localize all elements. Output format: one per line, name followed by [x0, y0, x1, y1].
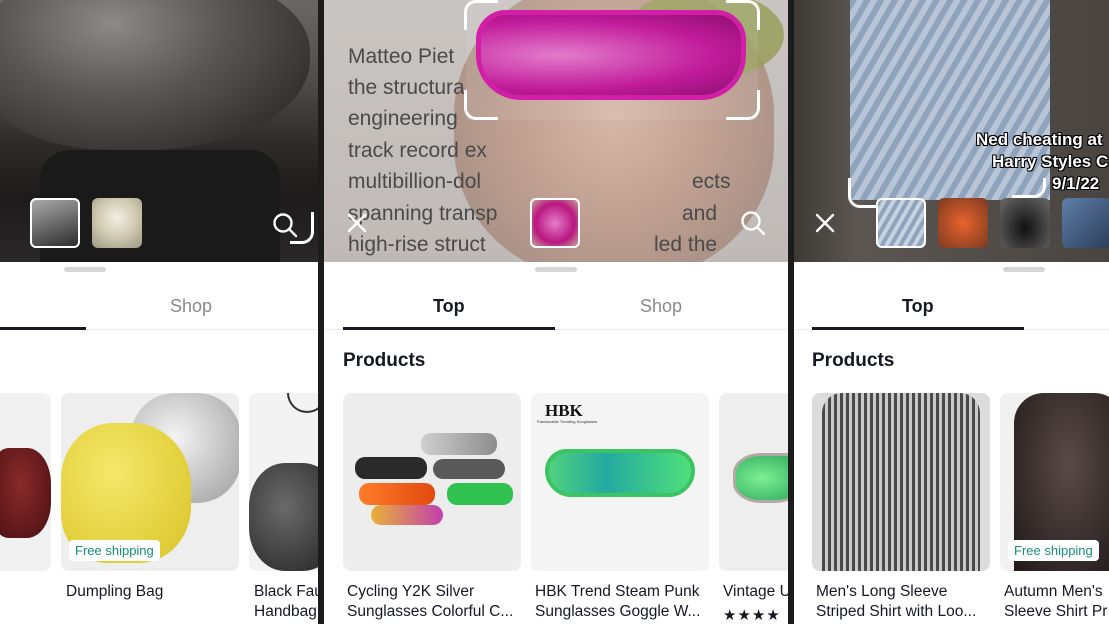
- product-name-line2[interactable]: Handbag: [254, 602, 318, 622]
- ocr-line: multibillion-dol: [348, 170, 482, 193]
- ocr-line: Matteo Piet: [348, 45, 455, 68]
- crop-corner-top-left[interactable]: [464, 0, 498, 30]
- product-card-image[interactable]: [343, 393, 521, 571]
- product-image-sunglasses-pink: [371, 505, 443, 525]
- search-icon[interactable]: [738, 208, 768, 238]
- tab-top[interactable]: Top: [433, 296, 465, 317]
- caption-line: Harry Styles C: [992, 152, 1109, 171]
- product-card-image[interactable]: Free shipping: [61, 393, 239, 571]
- caption-line: 9/1/22: [1052, 174, 1100, 193]
- thumb-black-top[interactable]: [1000, 198, 1050, 248]
- free-shipping-badge: Free shipping: [69, 540, 160, 561]
- product-image-red-bag: [0, 448, 51, 538]
- visual-search-photo: Matteo Piet the structura engineering tr…: [324, 0, 788, 262]
- thumb-flowers[interactable]: [92, 198, 142, 248]
- tab-underline: [812, 327, 1024, 330]
- result-tabs: Shop: [0, 282, 318, 330]
- product-image-sunglasses-green: [447, 483, 513, 505]
- visual-search-photo: Ned cheating at Harry Styles C 9/1/22: [794, 0, 1109, 262]
- tab-shop[interactable]: Shop: [640, 296, 682, 317]
- thumb-sunglasses[interactable]: [530, 198, 580, 248]
- product-name-line2[interactable]: Sleeve Shirt Pr: [1004, 602, 1109, 622]
- tab-underline: [343, 327, 555, 330]
- thumb-blue-shirt[interactable]: [1062, 198, 1109, 248]
- product-image-vintage-glasses: [733, 453, 788, 503]
- ocr-line: the structura: [348, 76, 465, 99]
- crop-corner-bottom-right[interactable]: [1012, 178, 1046, 198]
- visual-search-photo: [0, 0, 318, 262]
- tab-underline: [0, 327, 86, 330]
- product-name[interactable]: Black Fau: [254, 582, 318, 602]
- free-shipping-badge: Free shipping: [1008, 540, 1099, 561]
- product-name[interactable]: Dumpling Bag: [66, 582, 163, 602]
- detected-sunglasses: [476, 10, 746, 100]
- thumb-bag[interactable]: [30, 198, 80, 248]
- result-tabs: Top: [794, 282, 1109, 330]
- thumb-orange-outfit[interactable]: [938, 198, 988, 248]
- bag-photo-shape: [0, 0, 310, 150]
- panel-center: Matteo Piet the structura engineering tr…: [324, 0, 788, 624]
- product-name[interactable]: Vintage U: [723, 582, 788, 602]
- screenshot-stage: Shop Free shipping Dumpling Bag Black Fa…: [0, 0, 1109, 624]
- caption-line: Ned cheating at: [976, 130, 1103, 149]
- crop-corner-bottom-right[interactable]: [290, 212, 314, 244]
- thumb-shirt[interactable]: [876, 198, 926, 248]
- ocr-line: engineering: [348, 107, 458, 130]
- tab-shop[interactable]: Shop: [170, 296, 212, 317]
- product-card-image[interactable]: Free shipping: [1000, 393, 1109, 571]
- product-name[interactable]: Autumn Men's: [1004, 582, 1109, 602]
- product-name[interactable]: Men's Long Sleeve: [816, 582, 947, 602]
- section-title-products: Products: [343, 350, 426, 371]
- section-title-products: Products: [812, 350, 895, 371]
- crop-corner-top-right[interactable]: [726, 0, 760, 30]
- results-sheet: Top Shop Products HBK Fashionable Trendi…: [324, 262, 788, 624]
- panel-left: Shop Free shipping Dumpling Bag Black Fa…: [0, 0, 318, 624]
- close-icon[interactable]: [810, 208, 840, 238]
- results-sheet: Shop Free shipping Dumpling Bag Black Fa…: [0, 262, 318, 624]
- product-card-image[interactable]: [719, 393, 788, 571]
- ocr-line: ects: [692, 170, 731, 193]
- bag-strap-shape: [287, 393, 318, 413]
- brand-logo: HBK: [545, 401, 583, 420]
- product-image-striped-shirt: [822, 393, 980, 571]
- crop-corner-bottom-left[interactable]: [464, 90, 498, 120]
- result-tabs: Top Shop: [324, 282, 788, 330]
- results-sheet: Top Products Free shipping Men's Long Sl…: [794, 262, 1109, 624]
- product-name-line2[interactable]: Striped Shirt with Loo...: [816, 602, 976, 622]
- ocr-line: led the: [654, 233, 718, 256]
- product-image-green-goggles: [545, 449, 695, 497]
- product-name-line2[interactable]: Sunglasses Goggle W...: [535, 602, 700, 622]
- ocr-line: track record ex: [348, 139, 487, 162]
- product-image-sunglasses-black: [355, 457, 427, 479]
- product-image-sunglasses-silver: [421, 433, 497, 455]
- panel-right: Ned cheating at Harry Styles C 9/1/22 To…: [794, 0, 1109, 624]
- product-card-image[interactable]: [0, 393, 51, 571]
- product-image-sunglasses-grey: [433, 459, 505, 479]
- detection-box: [466, 0, 758, 120]
- product-name[interactable]: HBK Trend Steam Punk: [535, 582, 700, 602]
- sheet-drag-handle[interactable]: [64, 267, 106, 272]
- sheet-drag-handle[interactable]: [1003, 267, 1045, 272]
- product-image-black-bag: [249, 463, 318, 571]
- product-card-image[interactable]: [249, 393, 318, 571]
- product-card-image[interactable]: HBK Fashionable Trending Sunglasses: [531, 393, 709, 571]
- ocr-line: and: [682, 202, 718, 225]
- brand-tagline: Fashionable Trending Sunglasses: [537, 419, 598, 424]
- tab-top[interactable]: Top: [902, 296, 934, 317]
- product-name-line2[interactable]: Sunglasses Colorful C...: [347, 602, 513, 622]
- crop-corner-bottom-right[interactable]: [726, 90, 760, 120]
- sheet-drag-handle[interactable]: [535, 267, 577, 272]
- product-name[interactable]: Cycling Y2K Silver: [347, 582, 474, 602]
- rating-stars: ★★★★: [723, 607, 781, 624]
- close-icon[interactable]: [342, 208, 372, 238]
- product-image-sunglasses-orange: [359, 483, 435, 505]
- product-card-image[interactable]: [812, 393, 990, 571]
